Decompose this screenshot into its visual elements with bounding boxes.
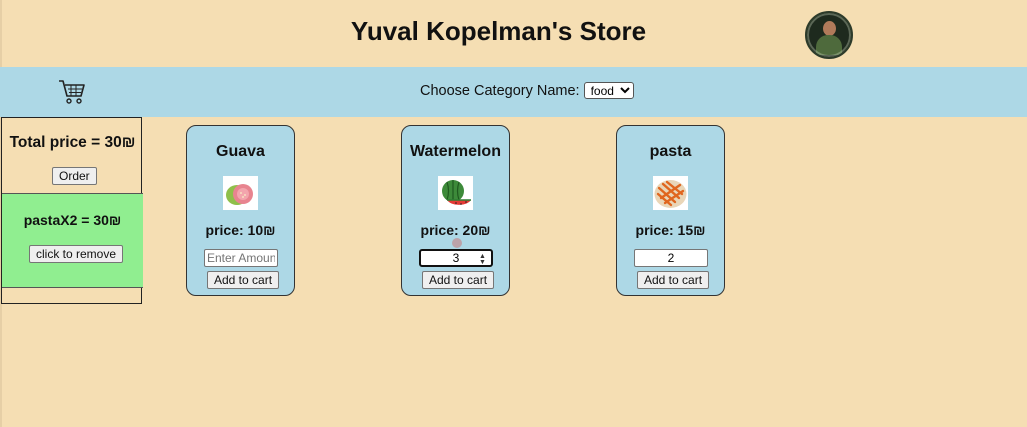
add-to-cart-button[interactable]: Add to cart xyxy=(637,271,710,289)
category-label: Choose Category Name: xyxy=(420,82,580,99)
add-to-cart-button[interactable]: Add to cart xyxy=(207,271,280,289)
product-card-guava: Guava price: 10₪ Add to cart xyxy=(186,125,295,296)
avatar[interactable] xyxy=(805,11,853,59)
cart-panel: Total price = 30₪ Order pastaX2 = 30₪ cl… xyxy=(1,117,143,304)
guava-icon xyxy=(223,176,258,210)
product-name: Guava xyxy=(216,143,265,160)
product-price: price: 10₪ xyxy=(205,222,276,238)
order-button[interactable]: Order xyxy=(52,167,97,185)
product-name: Watermelon xyxy=(410,143,501,160)
navbar: Choose Category Name: food xyxy=(0,67,1027,117)
category-chooser: Choose Category Name: food xyxy=(420,82,634,99)
add-to-cart-button[interactable]: Add to cart xyxy=(422,271,495,289)
product-price: price: 15₪ xyxy=(635,222,706,238)
pasta-icon xyxy=(653,176,688,210)
cart-item: pastaX2 = 30₪ click to remove xyxy=(2,193,143,288)
cart-item-label: pastaX2 = 30₪ xyxy=(23,212,122,228)
amount-input[interactable] xyxy=(204,249,278,267)
product-name: pasta xyxy=(649,143,692,160)
category-select[interactable]: food xyxy=(583,82,634,99)
avatar-ring xyxy=(807,13,851,57)
watermelon-icon xyxy=(438,176,473,210)
number-spinner-icon[interactable]: ▲ ▼ xyxy=(479,253,506,266)
product-card-watermelon: Watermelon price: 20₪ ▲▼ Add to cart xyxy=(401,125,510,296)
total-price: Total price = 30₪ xyxy=(9,134,136,151)
shopping-cart-icon[interactable] xyxy=(58,79,86,105)
remove-item-button[interactable]: click to remove xyxy=(29,245,124,263)
product-card-pasta: pasta price: 15₪ Add to cart xyxy=(616,125,725,296)
product-price: price: 20₪ xyxy=(420,222,491,238)
mouse-cursor-indicator xyxy=(452,238,462,248)
amount-input[interactable] xyxy=(634,249,708,267)
